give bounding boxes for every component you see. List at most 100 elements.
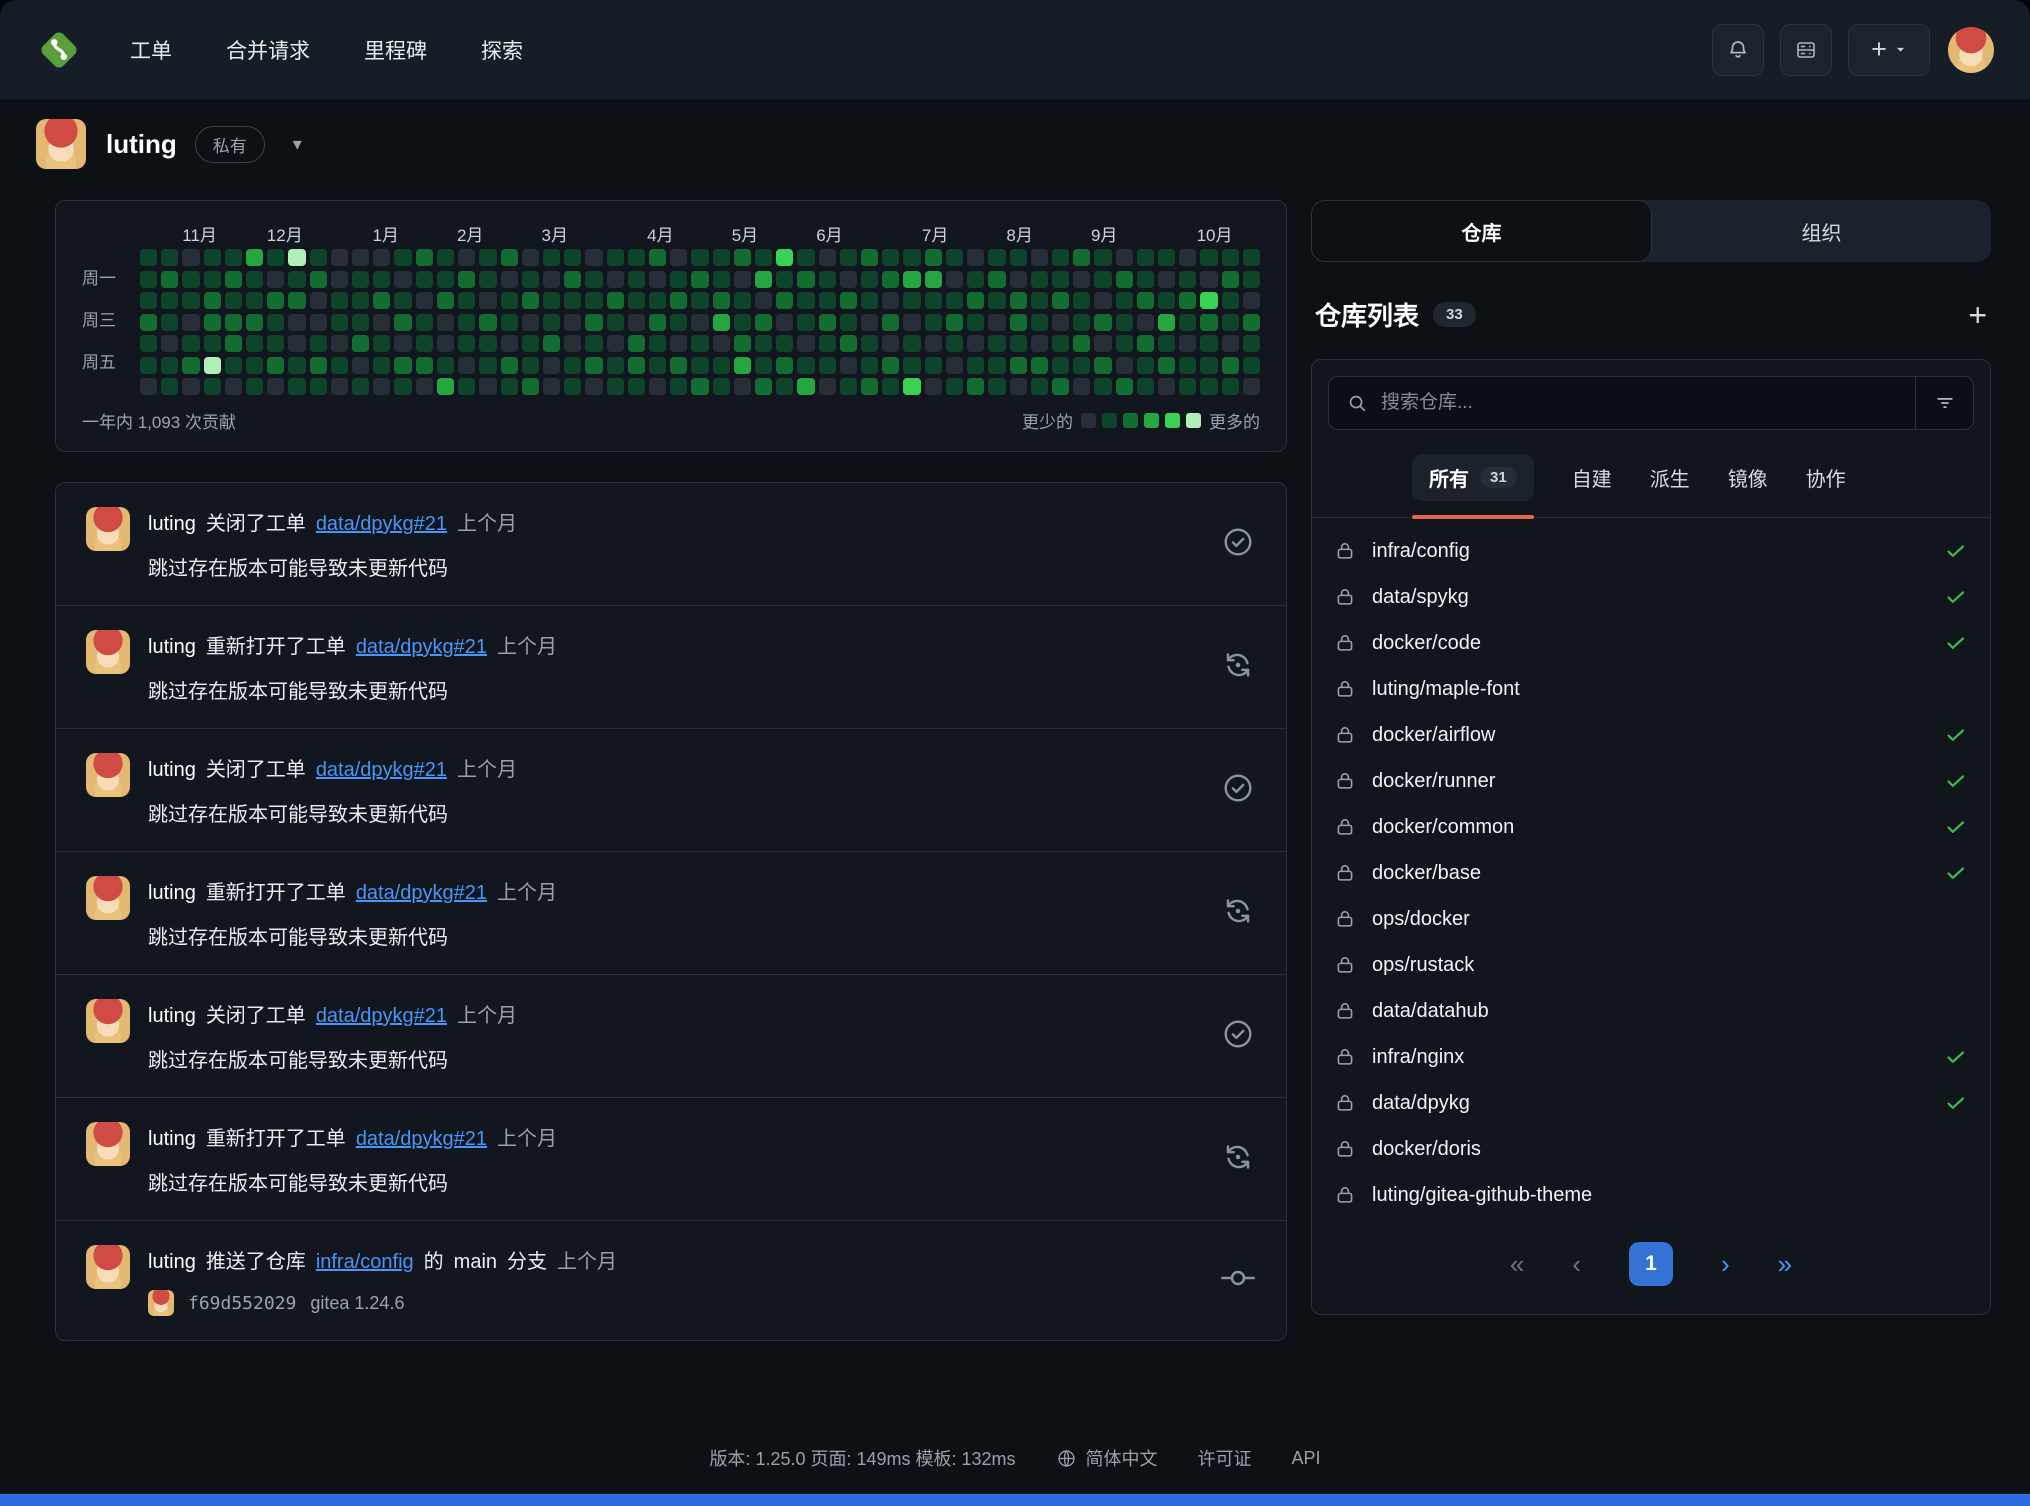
committer-avatar[interactable] — [148, 1290, 174, 1316]
heatmap-cell[interactable] — [437, 271, 454, 288]
heatmap-cell[interactable] — [903, 357, 920, 374]
heatmap-cell[interactable] — [352, 271, 369, 288]
heatmap-cell[interactable] — [1031, 249, 1048, 266]
heatmap-cell[interactable] — [1200, 271, 1217, 288]
heatmap-cell[interactable] — [1031, 271, 1048, 288]
heatmap-cell[interactable] — [1073, 378, 1090, 395]
heatmap-cell[interactable] — [840, 378, 857, 395]
heatmap-cell[interactable] — [819, 271, 836, 288]
heatmap-cell[interactable] — [310, 335, 327, 352]
heatmap-cell[interactable] — [691, 249, 708, 266]
heatmap-cell[interactable] — [1094, 314, 1111, 331]
repo-row[interactable]: data/spykg — [1312, 574, 1990, 620]
heatmap-cell[interactable] — [670, 357, 687, 374]
heatmap-cell[interactable] — [628, 335, 645, 352]
heatmap-cell[interactable] — [903, 335, 920, 352]
heatmap-cell[interactable] — [1222, 292, 1239, 309]
heatmap-cell[interactable] — [331, 271, 348, 288]
heatmap-cell[interactable] — [1222, 378, 1239, 395]
heatmap-cell[interactable] — [861, 249, 878, 266]
heatmap-cell[interactable] — [797, 271, 814, 288]
heatmap-cell[interactable] — [479, 335, 496, 352]
heatmap-cell[interactable] — [882, 314, 899, 331]
heatmap-cell[interactable] — [946, 335, 963, 352]
heatmap-cell[interactable] — [776, 271, 793, 288]
avatar[interactable] — [86, 1122, 130, 1166]
heatmap-cell[interactable] — [988, 271, 1005, 288]
heatmap-cell[interactable] — [925, 335, 942, 352]
pagination-first-button[interactable]: « — [1510, 1249, 1524, 1280]
heatmap-cell[interactable] — [649, 378, 666, 395]
heatmap-cell[interactable] — [1179, 357, 1196, 374]
heatmap-cell[interactable] — [882, 378, 899, 395]
filter-tab-all[interactable]: 所有 31 — [1412, 454, 1534, 501]
heatmap-cell[interactable] — [691, 378, 708, 395]
repo-row[interactable]: data/datahub — [1312, 988, 1990, 1034]
nav-item-issues[interactable]: 工单 — [130, 35, 172, 65]
filter-tab-mirrors[interactable]: 镜像 — [1728, 463, 1768, 492]
heatmap-cell[interactable] — [1073, 292, 1090, 309]
heatmap-cell[interactable] — [925, 249, 942, 266]
heatmap-cell[interactable] — [1243, 249, 1260, 266]
avatar[interactable] — [86, 507, 130, 551]
heatmap-cell[interactable] — [713, 378, 730, 395]
heatmap-cell[interactable] — [204, 335, 221, 352]
heatmap-cell[interactable] — [161, 378, 178, 395]
heatmap-cell[interactable] — [437, 314, 454, 331]
heatmap-cell[interactable] — [1137, 271, 1154, 288]
feed-user-link[interactable]: luting — [148, 759, 196, 782]
heatmap-cell[interactable] — [288, 271, 305, 288]
tab-repositories[interactable]: 仓库 — [1311, 200, 1652, 262]
heatmap-cell[interactable] — [1243, 357, 1260, 374]
heatmap-cell[interactable] — [925, 271, 942, 288]
heatmap-cell[interactable] — [1137, 292, 1154, 309]
heatmap-cell[interactable] — [840, 335, 857, 352]
heatmap-cell[interactable] — [522, 335, 539, 352]
repo-row[interactable]: data/dpykg — [1312, 1080, 1990, 1126]
heatmap-cell[interactable] — [522, 292, 539, 309]
heatmap-cell[interactable] — [373, 271, 390, 288]
heatmap-cell[interactable] — [543, 357, 560, 374]
heatmap-cell[interactable] — [458, 292, 475, 309]
profile-username[interactable]: luting — [106, 129, 177, 160]
heatmap-cell[interactable] — [458, 249, 475, 266]
heatmap-cell[interactable] — [140, 271, 157, 288]
heatmap-cell[interactable] — [1243, 378, 1260, 395]
heatmap-cell[interactable] — [797, 249, 814, 266]
heatmap-cell[interactable] — [310, 314, 327, 331]
heatmap-cell[interactable] — [352, 378, 369, 395]
heatmap-cell[interactable] — [373, 314, 390, 331]
heatmap-cell[interactable] — [246, 292, 263, 309]
heatmap-cell[interactable] — [267, 249, 284, 266]
heatmap-cell[interactable] — [1094, 335, 1111, 352]
heatmap-cell[interactable] — [437, 249, 454, 266]
repo-search-input[interactable] — [1381, 392, 1915, 414]
heatmap-cell[interactable] — [649, 292, 666, 309]
heatmap-cell[interactable] — [140, 249, 157, 266]
feed-issue-link[interactable]: data/dpykg#21 — [316, 513, 447, 536]
heatmap-cell[interactable] — [246, 378, 263, 395]
repo-filter-button[interactable] — [1915, 377, 1973, 429]
heatmap-cell[interactable] — [713, 314, 730, 331]
heatmap-cell[interactable] — [628, 357, 645, 374]
heatmap-cell[interactable] — [1137, 249, 1154, 266]
heatmap-cell[interactable] — [204, 271, 221, 288]
heatmap-cell[interactable] — [734, 314, 751, 331]
heatmap-cell[interactable] — [882, 335, 899, 352]
heatmap-cell[interactable] — [204, 249, 221, 266]
heatmap-cell[interactable] — [946, 314, 963, 331]
heatmap-cell[interactable] — [352, 335, 369, 352]
heatmap-cell[interactable] — [713, 249, 730, 266]
heatmap-cell[interactable] — [310, 378, 327, 395]
heatmap-cell[interactable] — [1243, 271, 1260, 288]
heatmap-cell[interactable] — [1052, 249, 1069, 266]
heatmap-cell[interactable] — [1222, 314, 1239, 331]
heatmap-cell[interactable] — [352, 314, 369, 331]
heatmap-cell[interactable] — [288, 292, 305, 309]
heatmap-cell[interactable] — [1243, 335, 1260, 352]
heatmap-cell[interactable] — [1010, 378, 1027, 395]
repo-row[interactable]: infra/config — [1312, 528, 1990, 574]
heatmap-cell[interactable] — [522, 249, 539, 266]
repo-row[interactable]: luting/maple-font — [1312, 666, 1990, 712]
heatmap-cell[interactable] — [607, 378, 624, 395]
